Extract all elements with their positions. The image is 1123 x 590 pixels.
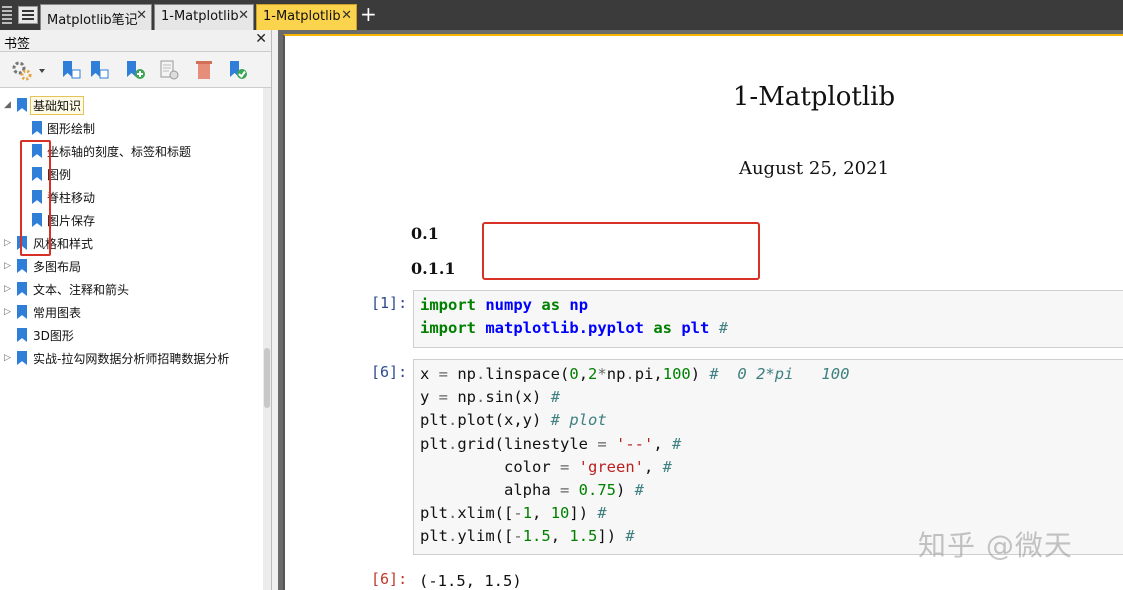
document-page: 1-Matplotlib August 25, 2021 0.1 0.1.1 […	[283, 34, 1123, 590]
scroll-thumb[interactable]	[264, 348, 270, 408]
delete-bookmark-icon[interactable]	[193, 59, 215, 81]
cell-prompt: [6]:	[371, 363, 408, 381]
gear-options-icon[interactable]	[10, 59, 32, 81]
add-bookmark-icon[interactable]	[60, 59, 82, 81]
dropdown-caret-icon[interactable]	[38, 59, 46, 81]
code-line: plt.grid(linestyle = '--', #	[420, 434, 682, 453]
expand-arrow-icon[interactable]: ▷	[4, 238, 11, 248]
expand-arrow-icon[interactable]: ▷	[4, 307, 11, 317]
bookmark-icon	[17, 351, 27, 365]
code-cell[interactable]: import numpy as np import matplotlib.pyp…	[413, 290, 1123, 348]
expand-arrow-icon[interactable]: ▷	[4, 284, 11, 294]
new-tab-plus-icon[interactable]: +	[360, 4, 377, 24]
tab-bar: Matplotlib笔记 ✕ 1-Matplotlib ✕ 1-Matplotl…	[0, 0, 1123, 30]
drag-grip[interactable]	[2, 6, 12, 24]
bookmark-label: 图形绘制	[47, 122, 96, 136]
bookmark-label: 常用图表	[33, 306, 82, 320]
bookmark-label: 坐标轴的刻度、标签和标题	[47, 145, 192, 159]
cell-output: (-1.5, 1.5)	[419, 572, 522, 590]
expand-arrow-icon[interactable]: ▷	[4, 353, 11, 363]
code-line: color = 'green', #	[420, 457, 673, 476]
bookmark-label: 多图布局	[33, 260, 82, 274]
tab-matplotlib-notes[interactable]: Matplotlib笔记 ✕	[40, 4, 152, 30]
bookmark-label: 文本、注释和箭头	[33, 283, 130, 297]
document-title: 1-Matplotlib	[732, 82, 896, 112]
cell-prompt: [1]:	[371, 294, 408, 312]
bookmark-label: 图片保存	[47, 214, 96, 228]
bookmark-icon	[17, 259, 27, 273]
panel-close-icon[interactable]: ✕	[255, 31, 267, 47]
highlight-box	[20, 140, 51, 256]
bookmark-label: 3D图形	[33, 329, 74, 343]
tab-label: Matplotlib笔记	[47, 13, 138, 28]
bookmark-properties-icon[interactable]	[158, 59, 180, 81]
code-line: plt.plot(x,y) # plot	[420, 411, 607, 430]
bookmark-icon	[17, 98, 27, 112]
code-line: x = np.linspace(0,2*np.pi,100) # 0 2*pi …	[420, 365, 850, 383]
app-window: Matplotlib笔记 ✕ 1-Matplotlib ✕ 1-Matplotl…	[0, 0, 1123, 590]
bookmarks-panel: 书签 ✕ ◢ 基础知识 图形绘制 坐标轴的刻度、标签和标题 图例 脊柱移动 图片…	[0, 30, 272, 590]
collapse-arrow-icon[interactable]: ◢	[4, 100, 11, 110]
bookmark-icon	[17, 282, 27, 296]
document-viewport[interactable]: 1-Matplotlib August 25, 2021 0.1 0.1.1 […	[278, 30, 1123, 590]
output-prompt: [6]:	[371, 570, 408, 588]
bookmark-icon	[17, 305, 27, 319]
highlight-box	[482, 222, 760, 280]
tab-close-icon[interactable]: ✕	[341, 8, 352, 23]
panel-scrollbar[interactable]	[263, 88, 271, 590]
add-child-bookmark-icon[interactable]	[88, 59, 110, 81]
code-line: import matplotlib.pyplot as plt #	[420, 319, 729, 338]
code-line: plt.xlim([-1, 10]) #	[420, 504, 607, 523]
document-date: August 25, 2021	[738, 158, 890, 179]
bookmark-label: 实战-拉勾网数据分析师招聘数据分析	[33, 352, 230, 366]
bookmarks-header: 书签 ✕	[0, 30, 271, 52]
tab-1-matplotlib-active[interactable]: 1-Matplotlib ✕	[256, 4, 357, 30]
bookmark-icon	[17, 328, 27, 342]
bookmark-label: 脊柱移动	[47, 191, 96, 205]
bookmark-icon	[32, 121, 42, 135]
expand-arrow-icon[interactable]: ▷	[4, 261, 11, 271]
document-menu-icon[interactable]	[18, 6, 38, 24]
section-heading: 0.1	[411, 224, 439, 243]
watermark-text: 知乎 @微天	[918, 529, 1073, 562]
new-bookmark-plus-icon[interactable]	[124, 59, 146, 81]
tab-label: 1-Matplotlib	[263, 9, 341, 24]
code-line: y = np.sin(x) #	[420, 388, 561, 407]
code-line: plt.ylim([-1.5, 1.5]) #	[420, 527, 635, 546]
bookmark-label: 基础知识	[30, 96, 85, 115]
tab-close-icon[interactable]: ✕	[238, 8, 249, 23]
code-line: alpha = 0.75) #	[420, 481, 645, 500]
tab-close-icon[interactable]: ✕	[136, 8, 147, 23]
tab-1-matplotlib[interactable]: 1-Matplotlib ✕	[154, 4, 254, 30]
bookmarks-title: 书签	[4, 37, 31, 52]
subsection-heading: 0.1.1	[411, 259, 456, 278]
tab-label: 1-Matplotlib	[161, 9, 239, 24]
bookmarks-toolbar	[0, 52, 271, 88]
code-line: import numpy as np	[420, 296, 589, 314]
bookmark-check-icon[interactable]	[227, 59, 249, 81]
